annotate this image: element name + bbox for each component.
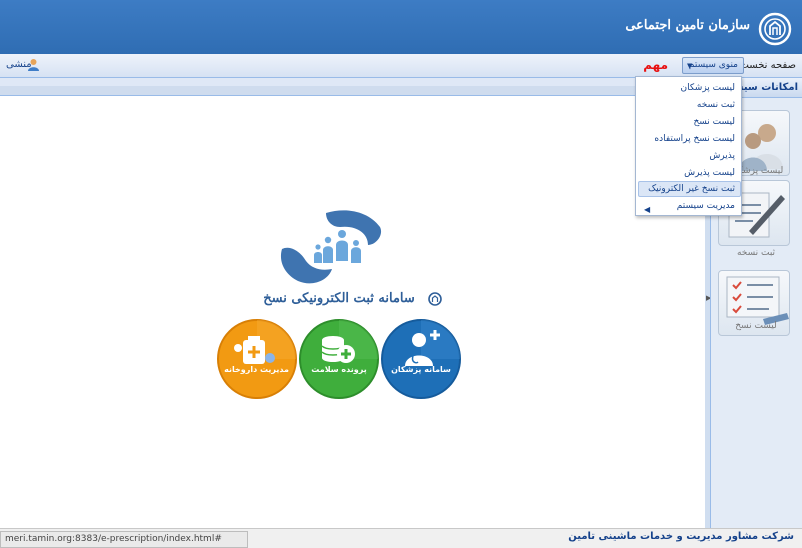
important-link[interactable]: مهم bbox=[643, 58, 668, 72]
health-record-circle-label: پرونده سلامت bbox=[311, 365, 367, 374]
pharmacy-circle-button[interactable] bbox=[216, 318, 298, 400]
prescriptions-list-tile-label: لیست نسخ bbox=[735, 321, 777, 331]
system-menu-dropdown: لیست پزشکان ثبت نسخه لیست نسخ لیست نسخ پ… bbox=[635, 76, 742, 216]
tamin-logo-icon bbox=[758, 12, 792, 46]
menu-item-admission-list[interactable]: لیست پذیرش bbox=[684, 168, 735, 178]
menu-item-system-management[interactable]: مدیریت سیستم bbox=[677, 201, 735, 211]
system-menu-label: منوی سیستم bbox=[688, 60, 738, 70]
main-toolbar: صفحه نخست منوی سیستم ▼ مهم منشی bbox=[0, 54, 802, 78]
main-content bbox=[0, 96, 708, 528]
status-url: meri.tamin.org:8383/e-prescription/index… bbox=[0, 531, 248, 548]
org-name: سازمان تامین اجتماعی bbox=[625, 18, 750, 33]
home-link[interactable]: صفحه نخست bbox=[739, 60, 796, 71]
new-prescription-tile-label: ثبت نسخه bbox=[736, 248, 776, 258]
menu-item-admission[interactable]: پذیرش bbox=[709, 151, 735, 161]
banner-title: سامانه ثبت الکترونیکی نسخ bbox=[263, 291, 415, 306]
footer-company: شرکت مشاور مدیریت و خدمات ماشینی تامین bbox=[568, 531, 794, 542]
content-header-bar bbox=[0, 86, 708, 96]
system-menu-button[interactable]: منوی سیستم ▼ bbox=[682, 57, 744, 74]
menu-item-non-electronic[interactable]: ثبت نسخ غیر الکترونیک bbox=[648, 184, 735, 194]
menu-item-prescriptions-list[interactable]: لیست نسخ bbox=[693, 117, 735, 127]
user-menu[interactable]: منشی bbox=[6, 59, 32, 70]
app-header: سازمان تامین اجتماعی bbox=[0, 0, 802, 54]
hands-family-icon bbox=[280, 210, 382, 284]
chevron-down-icon: ▼ bbox=[687, 62, 693, 70]
health-record-circle-button[interactable] bbox=[298, 318, 380, 400]
menu-item-new-prescription[interactable]: ثبت نسخه bbox=[697, 100, 735, 110]
doctors-circle-label: سامانه پزشکان bbox=[391, 365, 451, 374]
doctors-circle-button[interactable] bbox=[380, 318, 462, 400]
pharmacy-circle-label: مدیریت داروخانه bbox=[224, 365, 289, 374]
menu-item-doctors-list[interactable]: لیست پزشکان bbox=[680, 83, 735, 93]
submenu-arrow-icon: ◀ bbox=[644, 205, 651, 214]
menu-item-frequent-prescriptions[interactable]: لیست نسخ پراستفاده bbox=[654, 134, 735, 144]
